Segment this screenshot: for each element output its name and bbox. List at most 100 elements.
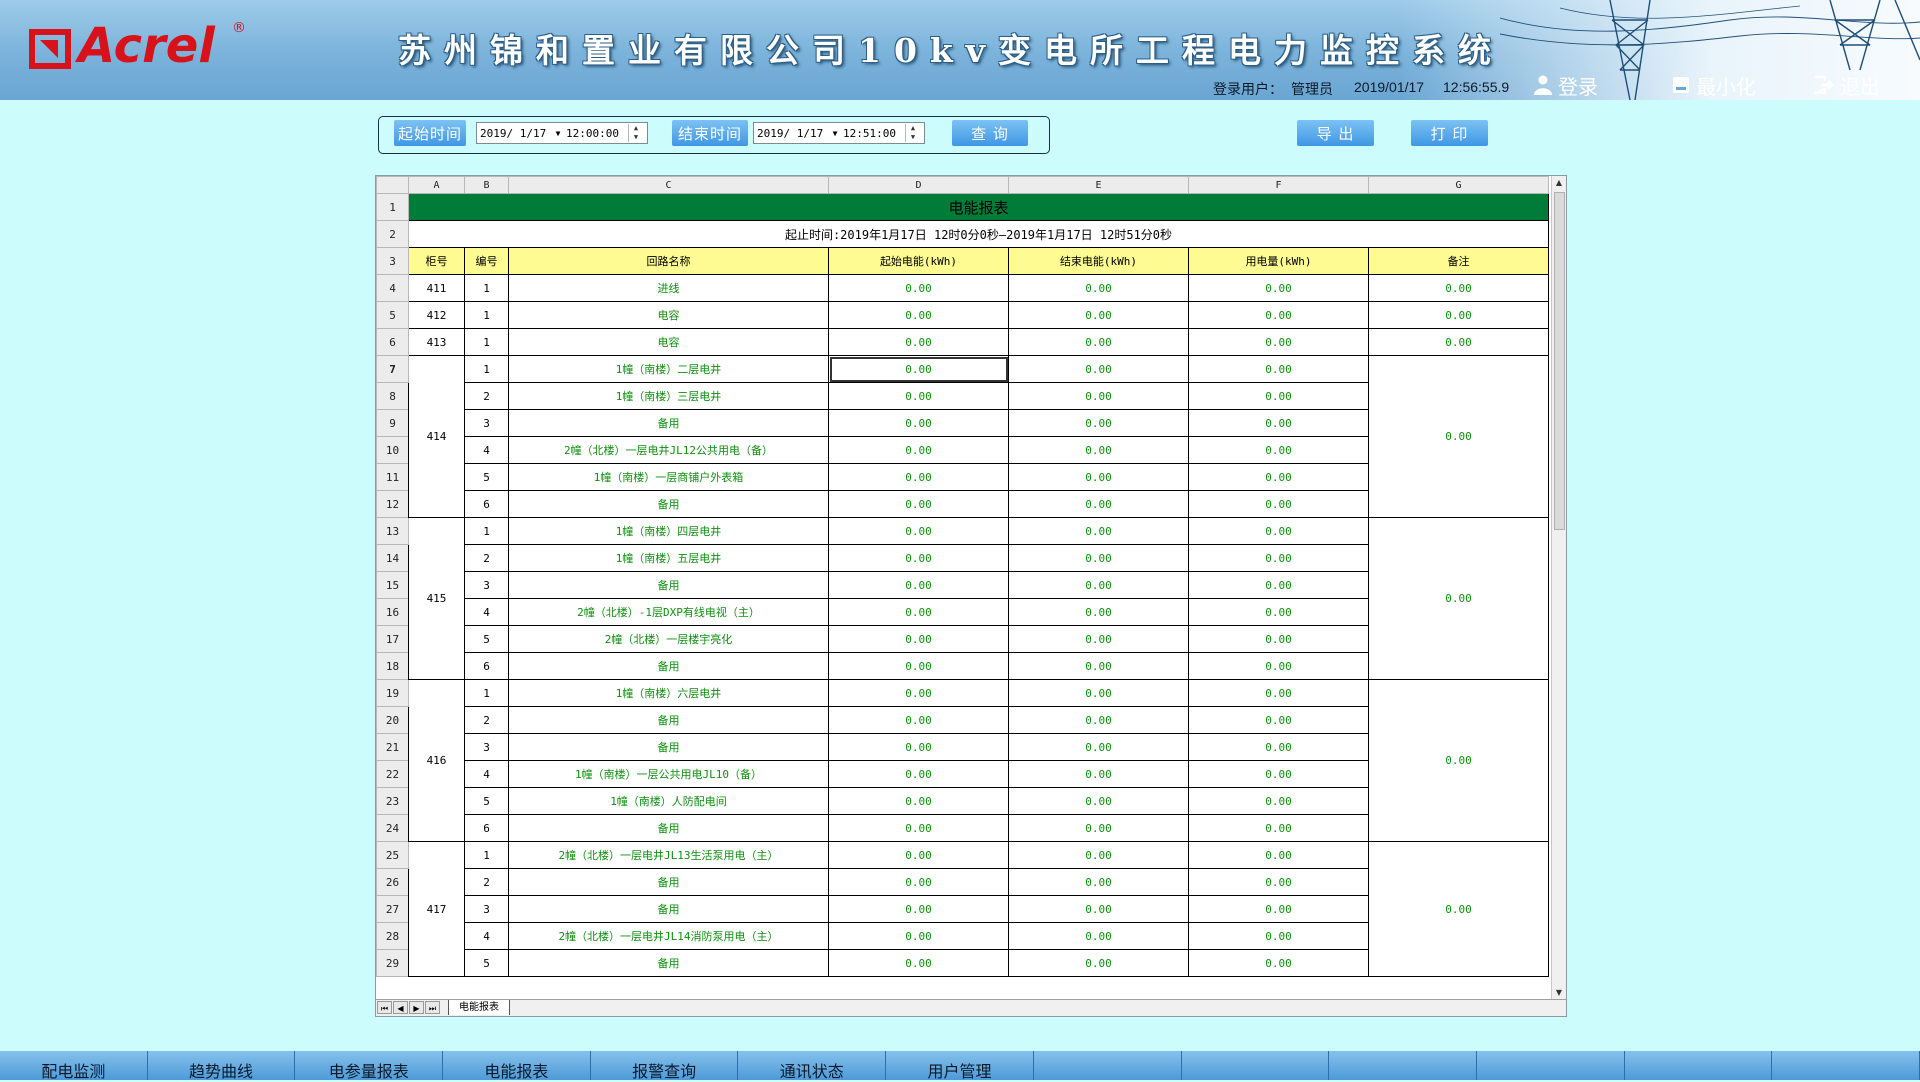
circuit-number-cell[interactable]: 5 (464, 787, 509, 815)
start-energy-cell[interactable]: 0.00 (828, 949, 1009, 977)
circuit-number-cell[interactable]: 5 (464, 949, 509, 977)
start-energy-cell[interactable]: 0.00 (828, 598, 1009, 626)
energy-used-cell[interactable]: 0.00 (1188, 922, 1369, 950)
remark-cell[interactable]: 0.00 (1368, 841, 1549, 977)
end-energy-cell[interactable]: 0.00 (1008, 598, 1189, 626)
cabinet-number-cell[interactable]: 416 (408, 679, 465, 842)
end-energy-cell[interactable]: 0.00 (1008, 436, 1189, 464)
nav-item[interactable]: 报警查询 (591, 1051, 739, 1081)
energy-used-cell[interactable]: 0.00 (1188, 679, 1369, 707)
row-number[interactable]: 14 (376, 544, 409, 572)
circuit-number-cell[interactable]: 1 (464, 328, 509, 356)
circuit-name-cell[interactable]: 备用 (508, 895, 829, 923)
start-datetime-picker[interactable]: 2019/ 1/17 ▼ 12:00:00 ▲ ▼ (476, 122, 648, 144)
row-number[interactable]: 16 (376, 598, 409, 626)
start-energy-cell[interactable]: 0.00 (828, 517, 1009, 545)
end-energy-cell[interactable]: 0.00 (1008, 355, 1189, 383)
energy-used-cell[interactable]: 0.00 (1188, 814, 1369, 842)
energy-used-cell[interactable]: 0.00 (1188, 382, 1369, 410)
circuit-name-cell[interactable]: 备用 (508, 571, 829, 599)
energy-used-cell[interactable]: 0.00 (1188, 274, 1369, 302)
energy-used-cell[interactable]: 0.00 (1188, 841, 1369, 869)
row-number[interactable]: 2 (376, 220, 409, 248)
cabinet-number-cell[interactable]: 415 (408, 517, 465, 680)
column-header[interactable]: 备注 (1368, 247, 1549, 275)
next-sheet-icon[interactable]: ▶ (409, 1001, 424, 1014)
row-number[interactable]: 5 (376, 301, 409, 329)
column-header[interactable]: 柜号 (408, 247, 465, 275)
circuit-number-cell[interactable]: 5 (464, 463, 509, 491)
row-number[interactable]: 10 (376, 436, 409, 464)
first-sheet-icon[interactable]: ⏮ (377, 1001, 392, 1014)
login-button[interactable]: 登录 (1534, 73, 1598, 99)
row-number[interactable]: 17 (376, 625, 409, 653)
start-energy-cell[interactable]: 0.00 (828, 544, 1009, 572)
energy-used-cell[interactable]: 0.00 (1188, 598, 1369, 626)
spin-up-icon[interactable]: ▲ (629, 124, 643, 133)
circuit-number-cell[interactable]: 2 (464, 544, 509, 572)
minimize-button[interactable]: 最小化 (1672, 73, 1756, 99)
circuit-name-cell[interactable]: 2幢（北楼）-1层DXP有线电视（主） (508, 598, 829, 626)
last-sheet-icon[interactable]: ⏭ (425, 1001, 440, 1014)
nav-item[interactable]: 电能报表 (443, 1051, 591, 1081)
circuit-name-cell[interactable]: 1幢（南楼）二层电井 (508, 355, 829, 383)
energy-used-cell[interactable]: 0.00 (1188, 517, 1369, 545)
column-letter-header[interactable]: D (828, 176, 1009, 194)
circuit-number-cell[interactable]: 6 (464, 652, 509, 680)
row-number[interactable]: 4 (376, 274, 409, 302)
start-energy-cell[interactable]: 0.00 (828, 463, 1009, 491)
end-time-spinner[interactable]: ▲ ▼ (905, 124, 920, 142)
end-time-field[interactable]: 12:51:00 (841, 127, 905, 140)
exit-button[interactable]: 退出 (1814, 73, 1880, 99)
scroll-down-icon[interactable]: ▼ (1552, 986, 1566, 1000)
end-energy-cell[interactable]: 0.00 (1008, 895, 1189, 923)
end-energy-cell[interactable]: 0.00 (1008, 328, 1189, 356)
circuit-number-cell[interactable]: 1 (464, 517, 509, 545)
column-letter-header[interactable]: G (1368, 176, 1549, 194)
end-datetime-picker[interactable]: 2019/ 1/17 ▼ 12:51:00 ▲ ▼ (753, 122, 925, 144)
cabinet-number-cell[interactable]: 417 (408, 841, 465, 977)
start-energy-cell[interactable]: 0.00 (828, 328, 1009, 356)
chevron-down-icon[interactable]: ▼ (829, 129, 841, 138)
start-date-field[interactable]: 2019/ 1/17 (477, 127, 552, 140)
start-energy-cell[interactable]: 0.00 (828, 571, 1009, 599)
start-energy-cell[interactable]: 0.00 (828, 274, 1009, 302)
circuit-number-cell[interactable]: 6 (464, 490, 509, 518)
circuit-number-cell[interactable]: 4 (464, 436, 509, 464)
energy-used-cell[interactable]: 0.00 (1188, 868, 1369, 896)
column-letter-header[interactable]: A (408, 176, 465, 194)
remark-cell[interactable]: 0.00 (1368, 679, 1549, 842)
nav-item[interactable]: 电参量报表 (295, 1051, 444, 1081)
energy-used-cell[interactable]: 0.00 (1188, 733, 1369, 761)
vertical-scrollbar[interactable]: ▲ ▼ (1551, 176, 1566, 1000)
remark-cell[interactable]: 0.00 (1368, 301, 1549, 329)
energy-used-cell[interactable]: 0.00 (1188, 760, 1369, 788)
chevron-down-icon[interactable]: ▼ (552, 129, 564, 138)
circuit-name-cell[interactable]: 备用 (508, 409, 829, 437)
row-number[interactable]: 28 (376, 922, 409, 950)
start-energy-cell[interactable]: 0.00 (828, 409, 1009, 437)
row-number[interactable]: 19 (376, 679, 409, 707)
column-letter-header[interactable]: B (464, 176, 509, 194)
start-energy-cell[interactable]: 0.00 (828, 814, 1009, 842)
row-number[interactable]: 7 (376, 355, 409, 383)
end-energy-cell[interactable]: 0.00 (1008, 760, 1189, 788)
column-header[interactable]: 回路名称 (508, 247, 829, 275)
start-energy-cell[interactable]: 0.00 (828, 787, 1009, 815)
column-letter-header[interactable]: F (1188, 176, 1369, 194)
circuit-number-cell[interactable]: 6 (464, 814, 509, 842)
end-energy-cell[interactable]: 0.00 (1008, 571, 1189, 599)
start-energy-cell[interactable]: 0.00 (828, 355, 1009, 383)
end-energy-cell[interactable]: 0.00 (1008, 463, 1189, 491)
column-header[interactable]: 结束电能(kWh) (1008, 247, 1189, 275)
energy-used-cell[interactable]: 0.00 (1188, 652, 1369, 680)
circuit-number-cell[interactable]: 2 (464, 868, 509, 896)
start-energy-cell[interactable]: 0.00 (828, 841, 1009, 869)
energy-used-cell[interactable]: 0.00 (1188, 787, 1369, 815)
end-energy-cell[interactable]: 0.00 (1008, 382, 1189, 410)
row-number[interactable]: 18 (376, 652, 409, 680)
cabinet-number-cell[interactable]: 411 (408, 274, 465, 302)
row-number[interactable]: 1 (376, 193, 409, 221)
start-time-spinner[interactable]: ▲ ▼ (628, 124, 643, 142)
circuit-name-cell[interactable]: 进线 (508, 274, 829, 302)
